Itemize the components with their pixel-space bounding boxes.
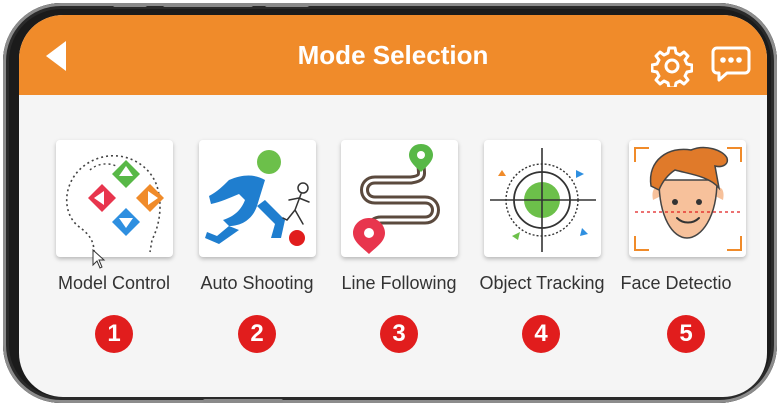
mode-label: Line Following (341, 273, 457, 293)
mode-label: Face Detectio (620, 273, 732, 293)
mode-label: Auto Shooting (200, 273, 314, 293)
phone-side-button (203, 399, 283, 403)
phone-side-button (113, 3, 147, 7)
number-badge: 4 (522, 315, 560, 353)
phone-side-button (265, 3, 309, 7)
number-badge: 1 (95, 315, 133, 353)
number-badge: 3 (380, 315, 418, 353)
phone-frame: Mode Selection Model Control Auto Shooti… (3, 3, 777, 403)
crosshair-target-icon (490, 148, 596, 252)
mode-card-line-following[interactable] (341, 140, 458, 257)
face-scan-icon (634, 146, 742, 251)
mode-card-model-control[interactable] (56, 140, 173, 257)
mode-label: Model Control (57, 273, 171, 293)
top-bar: Mode Selection (19, 15, 767, 95)
number-badge: 5 (667, 315, 705, 353)
mouse-pointer-icon (92, 249, 106, 269)
head-dpad-icon (65, 155, 164, 253)
phone-side-button (163, 3, 253, 7)
chat-bubble-icon[interactable] (711, 45, 751, 83)
mode-label: Object Tracking (479, 273, 605, 293)
mode-card-face-detection[interactable] (629, 140, 746, 257)
winding-path-icon (353, 144, 440, 254)
mode-card-auto-shooting[interactable] (199, 140, 316, 257)
app-screen: Mode Selection Model Control Auto Shooti… (19, 15, 767, 397)
kicking-player-icon (205, 150, 310, 246)
mode-card-object-tracking[interactable] (484, 140, 601, 257)
number-badge: 2 (238, 315, 276, 353)
gear-icon[interactable] (651, 45, 693, 87)
